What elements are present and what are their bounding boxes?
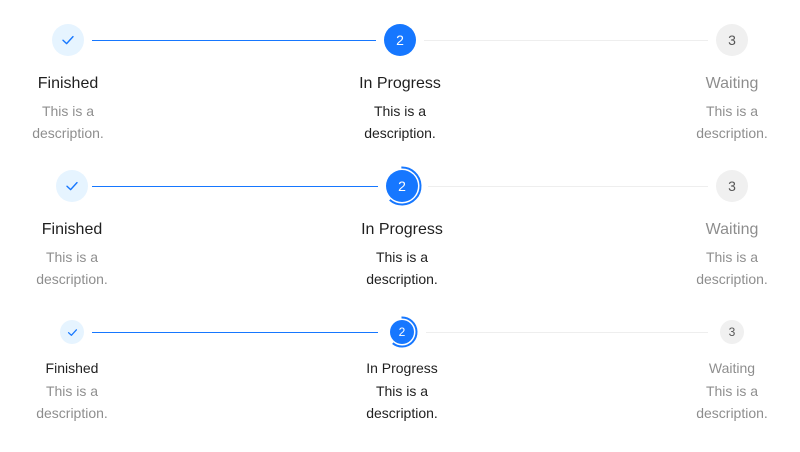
step-title-finished[interactable]: Finished bbox=[38, 74, 98, 94]
step-number: 3 bbox=[728, 32, 736, 48]
step-connector-waiting bbox=[428, 186, 708, 187]
step-description-finished: This is a description. bbox=[36, 249, 108, 287]
step-icon-finished[interactable] bbox=[56, 170, 88, 202]
step-title-waiting[interactable]: Waiting bbox=[709, 358, 755, 378]
step-icon-in-progress[interactable]: 2 bbox=[384, 24, 416, 56]
step-icon-waiting[interactable]: 3 bbox=[716, 24, 748, 56]
step-connector-finished bbox=[92, 40, 376, 41]
step-description-waiting: This is a description. bbox=[696, 103, 768, 141]
step-title-in-progress[interactable]: In Progress bbox=[361, 220, 443, 240]
check-icon bbox=[66, 181, 78, 191]
steps-row-default: 2 3 Finished In Progress Waiting This is… bbox=[0, 0, 800, 150]
step-connector-waiting bbox=[426, 332, 708, 333]
step-title-in-progress[interactable]: In Progress bbox=[359, 74, 441, 94]
step-description-waiting: This is a description. bbox=[696, 383, 768, 421]
step-title-finished[interactable]: Finished bbox=[46, 358, 99, 378]
step-title-finished[interactable]: Finished bbox=[42, 220, 102, 240]
steps-row-small: 2 3 Finished In Progress Waiting This is… bbox=[0, 292, 800, 452]
step-icon-in-progress[interactable]: 2 bbox=[390, 320, 414, 344]
step-number: 2 bbox=[398, 325, 406, 339]
step-title-in-progress[interactable]: In Progress bbox=[366, 358, 438, 378]
step-icon-waiting[interactable]: 3 bbox=[716, 170, 748, 202]
step-icon-waiting[interactable]: 3 bbox=[720, 320, 744, 344]
check-icon bbox=[67, 328, 77, 336]
step-number: 2 bbox=[398, 178, 406, 194]
check-icon bbox=[62, 35, 74, 45]
step-description-finished: This is a description. bbox=[32, 103, 104, 141]
step-icon-finished[interactable] bbox=[52, 24, 84, 56]
step-icon-finished[interactable] bbox=[60, 320, 84, 344]
step-description-in-progress: This is a description. bbox=[364, 103, 436, 141]
steps-row-with-progress: 2 3 Finished In Progress Waiting This is… bbox=[0, 146, 800, 296]
step-number: 3 bbox=[728, 325, 736, 339]
step-number: 2 bbox=[396, 32, 404, 48]
step-connector-finished bbox=[92, 186, 378, 187]
step-number: 3 bbox=[728, 178, 736, 194]
step-description-waiting: This is a description. bbox=[696, 249, 768, 287]
step-description-finished: This is a description. bbox=[36, 383, 108, 421]
step-connector-waiting bbox=[424, 40, 708, 41]
step-title-waiting[interactable]: Waiting bbox=[706, 74, 759, 94]
step-description-in-progress: This is a description. bbox=[366, 383, 438, 421]
step-title-waiting[interactable]: Waiting bbox=[706, 220, 759, 240]
step-connector-finished bbox=[92, 332, 378, 333]
step-icon-in-progress[interactable]: 2 bbox=[386, 170, 418, 202]
step-description-in-progress: This is a description. bbox=[366, 249, 438, 287]
